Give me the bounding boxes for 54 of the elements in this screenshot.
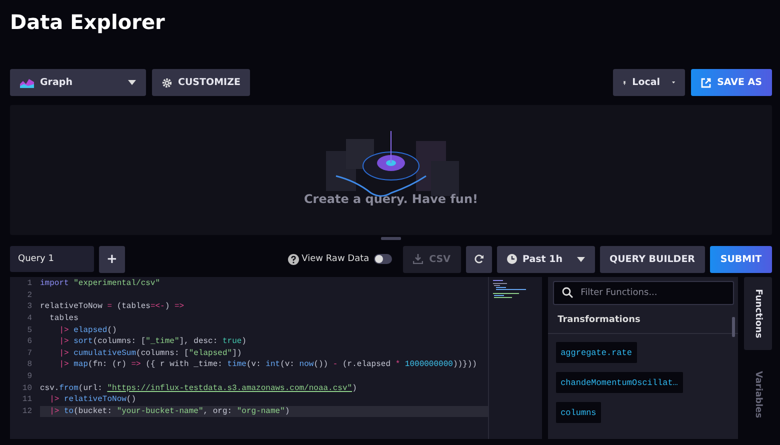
clock-icon bbox=[506, 254, 516, 264]
raw-data-toggle[interactable] bbox=[374, 254, 392, 264]
refresh-icon bbox=[474, 254, 484, 264]
view-raw-data-label: View Raw Data bbox=[302, 254, 370, 264]
gear-icon bbox=[162, 78, 172, 88]
add-query-button[interactable]: + bbox=[99, 246, 125, 272]
side-tab[interactable]: Variables bbox=[744, 358, 772, 431]
line-number: 7 bbox=[26, 348, 33, 358]
line-number: 2 bbox=[26, 290, 33, 300]
code-line: |> cumulativeSum(columns: ["elapsed"]) bbox=[58, 348, 242, 358]
time-range-dropdown[interactable]: Past 1h bbox=[496, 246, 594, 272]
function-item[interactable]: chandeMomentumOscillat… bbox=[556, 372, 683, 393]
export-icon bbox=[701, 78, 712, 88]
resize-handle[interactable] bbox=[381, 237, 401, 240]
query-builder-button[interactable]: QUERY BUILDER bbox=[600, 246, 705, 272]
side-tab[interactable]: Functions bbox=[744, 277, 772, 350]
page-title: Data Explorer bbox=[10, 10, 166, 36]
refresh-button[interactable] bbox=[466, 246, 492, 272]
line-number: 5 bbox=[26, 326, 33, 335]
code-line: |> map(fn: (r) => ({ r with _time: time(v: int(v: now()) - (r.elapsed * 1000000000))})) bbox=[58, 360, 477, 370]
download-icon bbox=[413, 254, 424, 264]
graph-icon bbox=[20, 78, 34, 88]
line-number: 9 bbox=[26, 372, 33, 382]
code-line: import "experimental/csv" bbox=[40, 279, 160, 288]
caret-icon bbox=[576, 256, 584, 262]
search-icon bbox=[562, 287, 573, 298]
line-number: 3 bbox=[26, 302, 33, 312]
code-line: tables bbox=[48, 314, 78, 324]
caret-icon bbox=[128, 80, 136, 85]
line-number: 10 bbox=[21, 384, 33, 393]
line-number: 11 bbox=[21, 395, 33, 404]
line-number: 6 bbox=[26, 337, 33, 346]
function-item[interactable]: columns bbox=[556, 402, 602, 423]
code-line: csv.from(url: "https://influx-testdata.s3.amazonaws.com/noaa.csv") bbox=[40, 384, 357, 393]
line-number: 8 bbox=[26, 360, 33, 370]
function-item[interactable]: aggregate.rate bbox=[556, 342, 637, 363]
code-line: |> relativeToNow() bbox=[48, 395, 136, 404]
save-as-button[interactable]: SAVE AS bbox=[691, 69, 772, 96]
empty-state-message: Create a query. Have fun! bbox=[304, 192, 478, 206]
code-line: |> sort(columns: ["_time"], desc: true) bbox=[58, 337, 246, 346]
code-editor[interactable] bbox=[10, 277, 542, 439]
query-tab[interactable]: Query 1 bbox=[10, 246, 94, 272]
filter-functions-field[interactable]: Filter Functions... bbox=[552, 281, 734, 305]
code-line: |> elapsed() bbox=[58, 326, 117, 335]
code-line: |> to(bucket: "your-bucket-name", org: "org-name") bbox=[48, 406, 290, 416]
submit-button[interactable]: SUBMIT bbox=[710, 246, 772, 272]
code-line: relativeToNow = (tables=<-) => bbox=[40, 302, 184, 312]
scrollbar[interactable] bbox=[732, 317, 736, 337]
view-type-dropdown[interactable]: Graph bbox=[10, 69, 146, 96]
customize-button[interactable]: CUSTOMIZE bbox=[152, 69, 250, 96]
help-icon bbox=[288, 254, 299, 264]
line-number: 4 bbox=[26, 314, 33, 324]
timezone-dropdown[interactable]: Local bbox=[613, 69, 686, 96]
line-number: 1 bbox=[26, 279, 33, 288]
